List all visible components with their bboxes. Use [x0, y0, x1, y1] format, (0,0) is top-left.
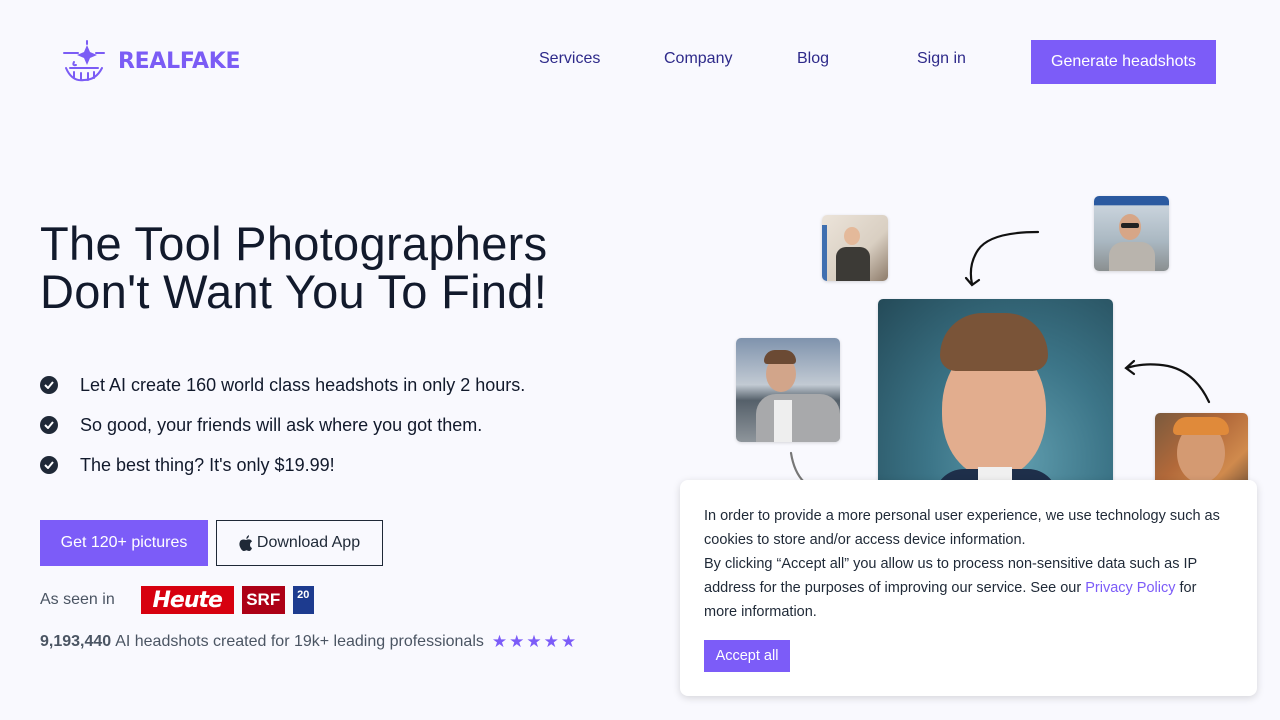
brand-logo[interactable]: REALFAKE [62, 40, 241, 82]
arrow-right-head [1124, 359, 1136, 376]
nav-services[interactable]: Services [539, 50, 600, 68]
arrow-right [1125, 363, 1211, 404]
20min-logo: 20 [292, 586, 314, 614]
cookie-banner: In order to provide a more personal user… [680, 480, 1257, 696]
sign-in-link[interactable]: Sign in [917, 50, 966, 68]
cookie-text-1: In order to provide a more personal user… [704, 508, 1220, 548]
headshot-count: 9,193,440 [40, 633, 112, 650]
star-icon: ★ [526, 632, 542, 651]
feature-text: Let AI create 160 world class headshots … [80, 374, 526, 395]
photo-selfie-outdoor [736, 338, 840, 442]
download-app-label: Download App [256, 534, 361, 551]
check-circle-icon [40, 416, 58, 434]
hero-title-line-1: The Tool Photographers [40, 217, 548, 270]
download-app-button[interactable]: Download App [216, 520, 383, 566]
check-circle-icon [40, 376, 58, 394]
star-icon: ★ [509, 632, 525, 651]
smile-sparkle-icon [63, 40, 105, 82]
photo-selfie-sunglasses [1094, 196, 1169, 271]
apple-icon [239, 535, 252, 551]
as-seen-in-label: As seen in [40, 591, 115, 608]
site-header: REALFAKE Services Company Blog Sign in G… [0, 0, 1280, 120]
stats-text: AI headshots created for 19k+ leading pr… [115, 633, 484, 650]
rating-stars: ★ ★ ★ ★ ★ [492, 632, 576, 652]
srf-logo: SRF [241, 586, 285, 614]
heute-logo: Heute [140, 586, 234, 614]
feature-item: So good, your friends will ask where you… [40, 405, 525, 445]
generate-headshots-button[interactable]: Generate headshots [1031, 40, 1216, 84]
feature-item: Let AI create 160 world class headshots … [40, 365, 525, 405]
star-icon: ★ [491, 632, 508, 651]
stats-line: 9,193,440 AI headshots created for 19k+ … [40, 632, 576, 652]
accept-all-button[interactable]: Accept all [704, 640, 790, 672]
check-circle-icon [40, 456, 58, 474]
privacy-policy-link[interactable]: Privacy Policy [1085, 580, 1175, 596]
feature-text: The best thing? It's only $19.99! [80, 454, 335, 475]
brand-name: REALFAKE [118, 48, 241, 74]
cookie-text-2: By clicking “Accept all” you allow us to… [704, 552, 1233, 624]
get-pictures-button[interactable]: Get 120+ pictures [40, 520, 208, 566]
nav-company[interactable]: Company [664, 50, 732, 68]
star-icon: ★ [543, 632, 559, 651]
arrow-top [969, 230, 1040, 286]
as-seen-in: As seen in Heute SRF 20 [40, 586, 314, 614]
hero-title: The Tool Photographers Don't Want You To… [40, 220, 547, 316]
arrow-top-head [964, 276, 981, 287]
feature-text: So good, your friends will ask where you… [80, 414, 483, 435]
feature-item: The best thing? It's only $19.99! [40, 445, 525, 485]
nav-blog[interactable]: Blog [797, 50, 829, 68]
arrow-left [789, 451, 806, 484]
photo-selfie-mirror [822, 215, 888, 281]
feature-list: Let AI create 160 world class headshots … [40, 365, 525, 485]
ai-headshot-main [878, 299, 1113, 499]
star-icon: ★ [560, 632, 577, 651]
hero-title-line-2: Don't Want You To Find! [40, 265, 548, 318]
